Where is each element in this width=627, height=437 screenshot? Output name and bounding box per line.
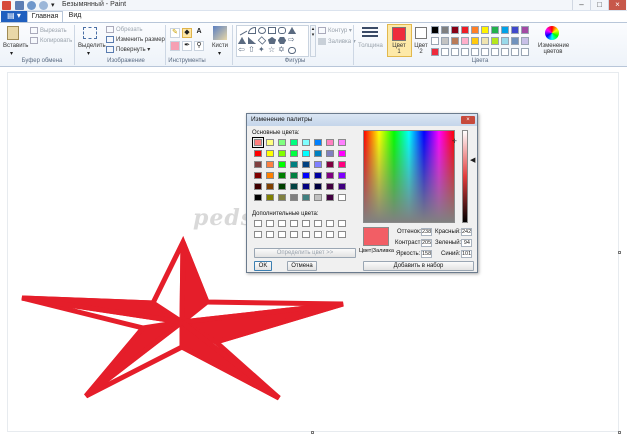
custom-color-swatch[interactable] <box>326 220 334 227</box>
basic-color-swatch[interactable] <box>254 183 262 190</box>
basic-color-swatch[interactable] <box>290 194 298 201</box>
custom-color-swatch[interactable] <box>254 220 262 227</box>
define-custom-colors-button[interactable]: Определить цвет >> <box>254 248 356 258</box>
basic-color-swatch[interactable] <box>326 194 334 201</box>
sat-label: Контраст: <box>395 240 422 246</box>
edit-colors-dialog: Изменение палитры × Основные цвета: Допо… <box>246 113 478 273</box>
red-label: Красный: <box>435 229 461 235</box>
basic-color-swatch[interactable] <box>314 139 322 146</box>
basic-color-swatch[interactable] <box>338 194 346 201</box>
basic-color-swatch[interactable] <box>252 137 264 148</box>
basic-color-swatch[interactable] <box>302 139 310 146</box>
basic-color-swatch[interactable] <box>278 194 286 201</box>
add-to-custom-colors-button[interactable]: Добавить в набор <box>363 261 474 271</box>
basic-color-swatch[interactable] <box>338 183 346 190</box>
basic-color-swatch[interactable] <box>326 150 334 157</box>
basic-color-swatch[interactable] <box>278 183 286 190</box>
custom-colors-grid <box>254 220 356 242</box>
star-shade-right <box>174 301 344 345</box>
basic-color-swatch[interactable] <box>338 161 346 168</box>
basic-color-swatch[interactable] <box>314 150 322 157</box>
basic-color-swatch[interactable] <box>278 139 286 146</box>
basic-color-swatch[interactable] <box>254 150 262 157</box>
basic-color-swatch[interactable] <box>326 172 334 179</box>
star-shade-top <box>179 241 211 328</box>
cancel-button[interactable]: Отмена <box>287 261 317 271</box>
custom-color-swatch[interactable] <box>302 220 310 227</box>
basic-color-swatch[interactable] <box>266 194 274 201</box>
basic-color-swatch[interactable] <box>290 161 298 168</box>
dialog-close-icon[interactable]: × <box>461 116 475 124</box>
green-label: Зеленый: <box>435 240 462 246</box>
basic-colors-label: Основные цвета: <box>252 130 300 136</box>
basic-color-swatch[interactable] <box>302 183 310 190</box>
sat-input[interactable]: 205 <box>421 239 432 247</box>
basic-color-swatch[interactable] <box>326 183 334 190</box>
custom-color-swatch[interactable] <box>302 231 310 238</box>
custom-color-swatch[interactable] <box>290 231 298 238</box>
basic-color-swatch[interactable] <box>326 161 334 168</box>
color-preview <box>363 227 389 246</box>
basic-color-swatch[interactable] <box>266 161 274 168</box>
spectrum-crosshair-icon[interactable]: ✛ <box>452 138 457 145</box>
basic-color-swatch[interactable] <box>290 150 298 157</box>
star-ray <box>84 320 184 398</box>
basic-color-swatch[interactable] <box>254 172 262 179</box>
basic-color-swatch[interactable] <box>314 172 322 179</box>
luminance-pointer-icon[interactable]: ◀ <box>470 156 475 164</box>
custom-colors-label: Дополнительные цвета: <box>252 211 319 217</box>
basic-color-swatch[interactable] <box>266 139 274 146</box>
basic-color-swatch[interactable] <box>266 150 274 157</box>
basic-color-swatch[interactable] <box>302 172 310 179</box>
basic-color-swatch[interactable] <box>290 183 298 190</box>
red-input[interactable]: 242 <box>461 228 472 236</box>
custom-color-swatch[interactable] <box>326 231 334 238</box>
color-solid-label: Цвет|Заливка <box>359 248 394 254</box>
basic-color-swatch[interactable] <box>314 194 322 201</box>
hue-label: Оттенок: <box>397 229 422 235</box>
basic-color-swatch[interactable] <box>278 172 286 179</box>
hue-input[interactable]: 238 <box>421 228 432 236</box>
dialog-title: Изменение палитры <box>247 114 477 126</box>
basic-color-swatch[interactable] <box>266 183 274 190</box>
custom-color-swatch[interactable] <box>266 220 274 227</box>
basic-colors-grid <box>252 137 356 205</box>
ok-button[interactable]: OK <box>254 261 272 271</box>
custom-color-swatch[interactable] <box>338 220 346 227</box>
custom-color-swatch[interactable] <box>266 231 274 238</box>
custom-color-swatch[interactable] <box>290 220 298 227</box>
basic-color-swatch[interactable] <box>254 194 262 201</box>
basic-color-swatch[interactable] <box>290 172 298 179</box>
basic-color-swatch[interactable] <box>314 161 322 168</box>
blue-label: Синий: <box>441 251 461 257</box>
basic-color-swatch[interactable] <box>326 139 334 146</box>
custom-color-swatch[interactable] <box>278 231 286 238</box>
basic-color-swatch[interactable] <box>302 150 310 157</box>
luminance-slider[interactable] <box>462 130 468 223</box>
basic-color-swatch[interactable] <box>278 161 286 168</box>
basic-color-swatch[interactable] <box>338 139 346 146</box>
green-input[interactable]: 94 <box>461 239 472 247</box>
custom-color-swatch[interactable] <box>278 220 286 227</box>
basic-color-swatch[interactable] <box>302 161 310 168</box>
basic-color-swatch[interactable] <box>254 161 262 168</box>
star-ray <box>179 241 186 323</box>
basic-color-swatch[interactable] <box>314 183 322 190</box>
basic-color-swatch[interactable] <box>302 194 310 201</box>
custom-color-swatch[interactable] <box>314 220 322 227</box>
custom-color-swatch[interactable] <box>338 231 346 238</box>
lum-input[interactable]: 158 <box>421 250 432 258</box>
blue-input[interactable]: 101 <box>461 250 472 258</box>
custom-color-swatch[interactable] <box>254 231 262 238</box>
basic-color-swatch[interactable] <box>266 172 274 179</box>
basic-color-swatch[interactable] <box>338 172 346 179</box>
basic-color-swatch[interactable] <box>290 139 298 146</box>
color-spectrum[interactable] <box>363 130 455 223</box>
basic-color-swatch[interactable] <box>338 150 346 157</box>
lum-label: Яркость: <box>396 251 421 257</box>
basic-color-swatch[interactable] <box>278 150 286 157</box>
custom-color-swatch[interactable] <box>314 231 322 238</box>
